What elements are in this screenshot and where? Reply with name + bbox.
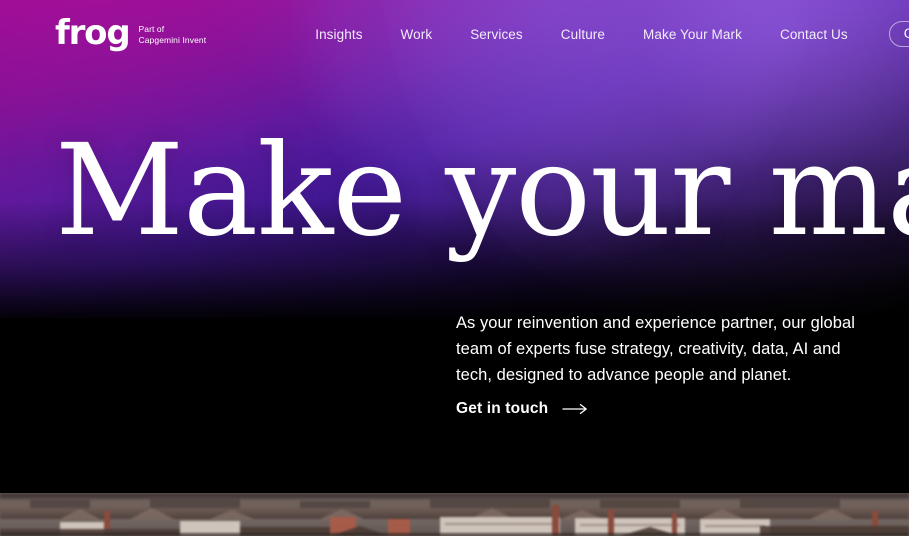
hero-headline: Make your mark (55, 117, 909, 264)
cityscape-image (0, 493, 909, 536)
nav-item-make-your-mark[interactable]: Make Your Mark (624, 21, 761, 48)
frog-homepage-hero: frog Part of Capgemini Invent Insights W… (0, 0, 909, 536)
logo-tagline-line1: Part of (138, 23, 165, 34)
get-in-touch-link[interactable]: Get in touch (456, 400, 588, 418)
get-in-touch-label: Get in touch (456, 400, 549, 417)
main-navigation-bar: frog Part of Capgemini Invent Insights W… (0, 0, 909, 68)
logo-tagline-line2: Capgemini Invent (138, 34, 207, 45)
hero-body-text: As your reinvention and experience partn… (456, 314, 855, 385)
nav-links: Insights Work Services Culture Make Your… (296, 21, 909, 48)
hero-content-panel: As your reinvention and experience partn… (0, 314, 909, 493)
arrow-right-icon (562, 403, 588, 415)
nav-item-work[interactable]: Work (382, 21, 452, 48)
cityscape-photo-strip (0, 493, 909, 536)
logo-tagline: Part of Capgemini Invent (138, 24, 206, 50)
nav-item-insights[interactable]: Insights (296, 21, 381, 48)
nav-item-services[interactable]: Services (451, 21, 542, 48)
logo-wordmark: frog (55, 13, 131, 54)
frog-logo[interactable]: frog Part of Capgemini Invent (55, 13, 206, 54)
nav-item-contact-us[interactable]: Contact Us (761, 21, 867, 48)
region-selector-label: Global (904, 26, 909, 41)
nav-item-culture[interactable]: Culture (542, 21, 624, 48)
region-selector-button[interactable]: Global (888, 21, 909, 47)
